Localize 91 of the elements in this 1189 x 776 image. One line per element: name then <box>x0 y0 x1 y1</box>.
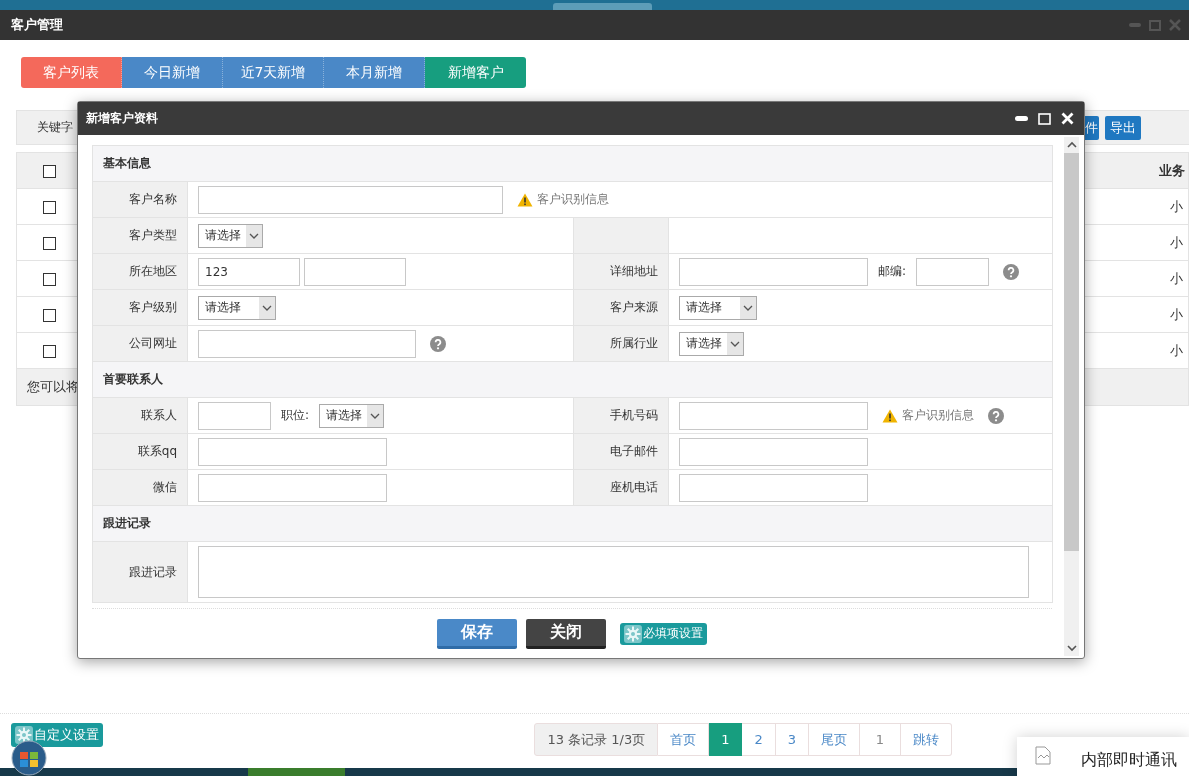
page-link[interactable]: 尾页 <box>809 723 860 756</box>
table-cell-text: 小 <box>1169 198 1183 214</box>
checkbox[interactable] <box>43 345 56 358</box>
dialog-button[interactable]: 保存 <box>437 618 517 649</box>
hint-text: 客户识别信息 <box>902 407 974 424</box>
warning-icon <box>517 192 533 207</box>
field-label: 联系qq <box>137 444 177 458</box>
minimize-icon[interactable] <box>1015 116 1028 121</box>
field-label: 客户名称 <box>129 192 177 206</box>
field-label: 客户类型 <box>129 228 177 242</box>
field-label: 客户来源 <box>610 300 658 314</box>
help-icon[interactable] <box>988 407 1004 424</box>
start-button[interactable] <box>11 740 47 776</box>
section-title: 基本信息 <box>103 156 151 170</box>
column-header: 业务 <box>1158 162 1185 178</box>
field-label: 座机电话 <box>610 480 658 494</box>
tab[interactable]: 客户列表 <box>21 57 122 88</box>
checkbox[interactable] <box>43 273 56 286</box>
settings-icon <box>624 624 642 643</box>
select-field[interactable]: 请选择 <box>198 223 263 248</box>
text-field[interactable] <box>198 185 503 214</box>
jump-button[interactable]: 跳转 <box>901 723 952 756</box>
select-field[interactable]: 请选择 <box>198 295 276 320</box>
broken-image-icon <box>1035 746 1051 765</box>
caret-icon[interactable] <box>246 224 262 247</box>
text-field[interactable] <box>916 257 990 286</box>
dialog-title: 新增客户资料 <box>86 110 158 127</box>
text-field[interactable] <box>198 473 387 502</box>
scroll-up-icon[interactable] <box>1066 141 1077 149</box>
text-field[interactable] <box>679 401 868 430</box>
select-field[interactable]: 请选择 <box>679 295 757 320</box>
text-field[interactable]: 123 <box>198 257 300 286</box>
field-label: 客户级别 <box>129 300 177 314</box>
caret-icon[interactable] <box>727 332 743 355</box>
table-note: 您可以将 <box>27 379 79 394</box>
field-label: 所在地区 <box>129 264 177 278</box>
help-icon[interactable] <box>430 335 446 352</box>
toolbar-button[interactable]: 导出 <box>1105 115 1141 140</box>
field-label: 详细地址 <box>610 264 658 278</box>
text-field[interactable] <box>198 329 416 358</box>
table-cell-text: 小 <box>1169 306 1183 322</box>
field-label: 微信 <box>153 480 177 494</box>
text-field[interactable] <box>198 401 271 430</box>
scrollbar-thumb[interactable] <box>1064 153 1079 551</box>
checkbox[interactable] <box>43 237 56 250</box>
table-cell-text: 小 <box>1169 270 1183 286</box>
table-cell-text: 小 <box>1169 234 1183 250</box>
text-field[interactable] <box>679 437 868 466</box>
select-field[interactable]: 请选择 <box>679 331 744 356</box>
warning-icon <box>882 408 898 423</box>
text-field[interactable] <box>198 437 387 466</box>
page-input[interactable]: 1 <box>860 723 901 756</box>
hint-text: 客户识别信息 <box>537 191 609 208</box>
text-field[interactable] <box>304 257 406 286</box>
field-label: 手机号码 <box>610 408 658 422</box>
field-label: 电子邮件 <box>610 444 658 458</box>
settings-icon <box>15 726 33 744</box>
caret-icon[interactable] <box>367 404 384 427</box>
scroll-down-icon[interactable] <box>1066 644 1077 652</box>
page-link[interactable]: 首页 <box>658 723 710 756</box>
tab[interactable]: 新增客户 <box>425 57 526 88</box>
help-icon[interactable] <box>1003 263 1020 280</box>
field-label: 联系人 <box>141 408 177 422</box>
page-link[interactable]: 3 <box>775 723 809 756</box>
tab[interactable]: 近7天新增 <box>223 57 324 88</box>
caret-icon[interactable] <box>259 296 275 319</box>
window-title: 客户管理 <box>11 16 63 34</box>
record-summary: 13 条记录 1/3页 <box>534 723 659 756</box>
field-label: 邮编: <box>878 263 907 280</box>
field-label: 所属行业 <box>610 336 658 350</box>
field-label: 职位: <box>281 407 310 424</box>
text-field[interactable] <box>679 257 868 286</box>
page-link[interactable]: 2 <box>742 723 776 756</box>
tab[interactable]: 今日新增 <box>122 57 223 88</box>
required-fields-button[interactable]: 必填项设置 <box>620 622 707 645</box>
table-cell-text: 小 <box>1169 342 1183 358</box>
dialog-button[interactable]: 关闭 <box>526 618 606 649</box>
checkbox[interactable] <box>43 165 56 178</box>
field-label: 跟进记录 <box>129 564 177 579</box>
section-title: 首要联系人 <box>103 372 163 386</box>
keyword-label: 关键字 <box>36 119 73 136</box>
page-link[interactable]: 1 <box>709 723 743 756</box>
field-label: 公司网址 <box>129 336 177 350</box>
text-field[interactable] <box>679 473 868 502</box>
checkbox[interactable] <box>43 309 56 322</box>
tab[interactable]: 本月新增 <box>324 57 425 88</box>
caret-icon[interactable] <box>740 296 756 319</box>
checkbox[interactable] <box>43 201 56 214</box>
section-title: 跟进记录 <box>103 516 151 530</box>
select-field[interactable]: 请选择 <box>319 403 385 428</box>
custom-settings-button[interactable]: 自定义设置 <box>11 723 103 747</box>
